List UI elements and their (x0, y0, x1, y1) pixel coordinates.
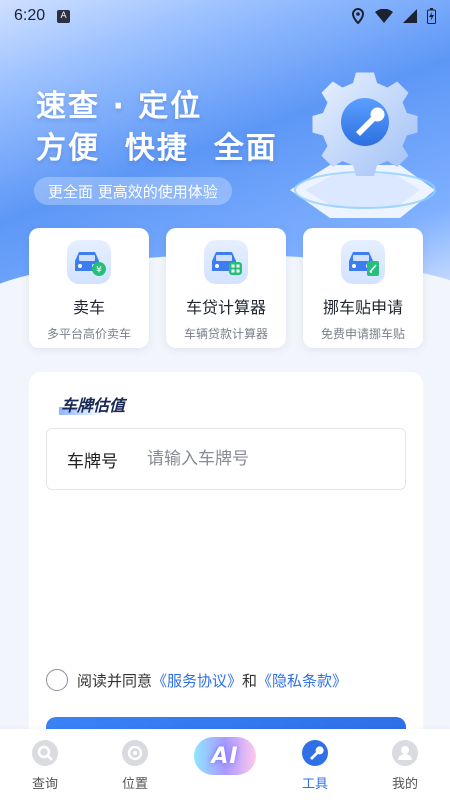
notification-badge: A (57, 9, 71, 23)
agreement-row: 阅读并同意 《服务协议》 和 《隐私条款》 (46, 669, 347, 691)
nav-item-location[interactable]: 位置 (90, 729, 180, 800)
wrench-icon (301, 739, 329, 767)
nav-label: 我的 (391, 777, 418, 792)
feature-subtitle: 免费申请挪车贴 (320, 327, 405, 341)
ai-icon: AI (194, 737, 256, 775)
feature-title: 车贷计算器 (185, 298, 266, 317)
feature-card-sell-car[interactable]: ¥ 卖车 多平台高价卖车 (29, 228, 149, 348)
signal-icon (403, 9, 417, 23)
status-bar: 6:20 A (0, 0, 450, 32)
form-title: 车牌估值 (58, 392, 125, 416)
location-icon (121, 739, 149, 767)
car-calculator-icon (204, 240, 248, 284)
plate-number-field: 车牌号 (46, 428, 406, 490)
feature-title: 卖车 (72, 298, 105, 317)
status-time: 6:20 (14, 7, 46, 24)
nav-item-query[interactable]: 查询 (0, 729, 90, 800)
search-icon (31, 739, 59, 767)
svg-text:¥: ¥ (96, 266, 102, 276)
feature-row: ¥ 卖车 多平台高价卖车 车贷计算器 车辆贷款计算器 挪车贴申请 免费申请挪车贴 (29, 228, 423, 348)
location-status-icon (351, 8, 365, 24)
profile-icon (391, 739, 419, 767)
hero-subheadline: 更全面 更高效的使用体验 (34, 177, 232, 205)
nav-label: 查询 (31, 777, 58, 792)
plate-number-label: 车牌号 (67, 451, 118, 472)
nav-item-ai[interactable]: AI (180, 729, 270, 800)
wifi-icon (375, 9, 393, 23)
hero-headline: 速查 · 定位 方便 快捷 全面 (36, 86, 278, 170)
feature-subtitle: 车辆贷款计算器 (183, 327, 268, 341)
service-agreement-link[interactable]: 《服务协议》 (152, 670, 242, 691)
bottom-nav: 查询 位置 AI 工具 我的 (0, 729, 450, 800)
nav-item-tools[interactable]: 工具 (270, 729, 360, 800)
battery-icon (427, 8, 436, 24)
car-sticker-icon (341, 240, 385, 284)
nav-label: 位置 (121, 777, 148, 792)
headline-line-2: 方便 快捷 全面 (36, 131, 278, 166)
gear-wrench-illustration (290, 72, 436, 218)
agree-checkbox[interactable] (46, 669, 68, 691)
agree-prefix: 阅读并同意 (77, 671, 153, 690)
nav-label: 工具 (301, 777, 328, 792)
privacy-policy-link[interactable]: 《隐私条款》 (257, 670, 347, 691)
car-yuan-icon: ¥ (67, 240, 111, 284)
nav-item-profile[interactable]: 我的 (360, 729, 450, 800)
agree-and: 和 (242, 671, 258, 690)
headline-line-1: 速查 · 定位 (36, 89, 203, 124)
feature-card-loan-calculator[interactable]: 车贷计算器 车辆贷款计算器 (166, 228, 286, 348)
plate-number-input[interactable] (147, 449, 377, 469)
feature-card-move-sticker[interactable]: 挪车贴申请 免费申请挪车贴 (303, 228, 423, 348)
feature-subtitle: 多平台高价卖车 (46, 327, 131, 341)
feature-title: 挪车贴申请 (322, 298, 403, 317)
